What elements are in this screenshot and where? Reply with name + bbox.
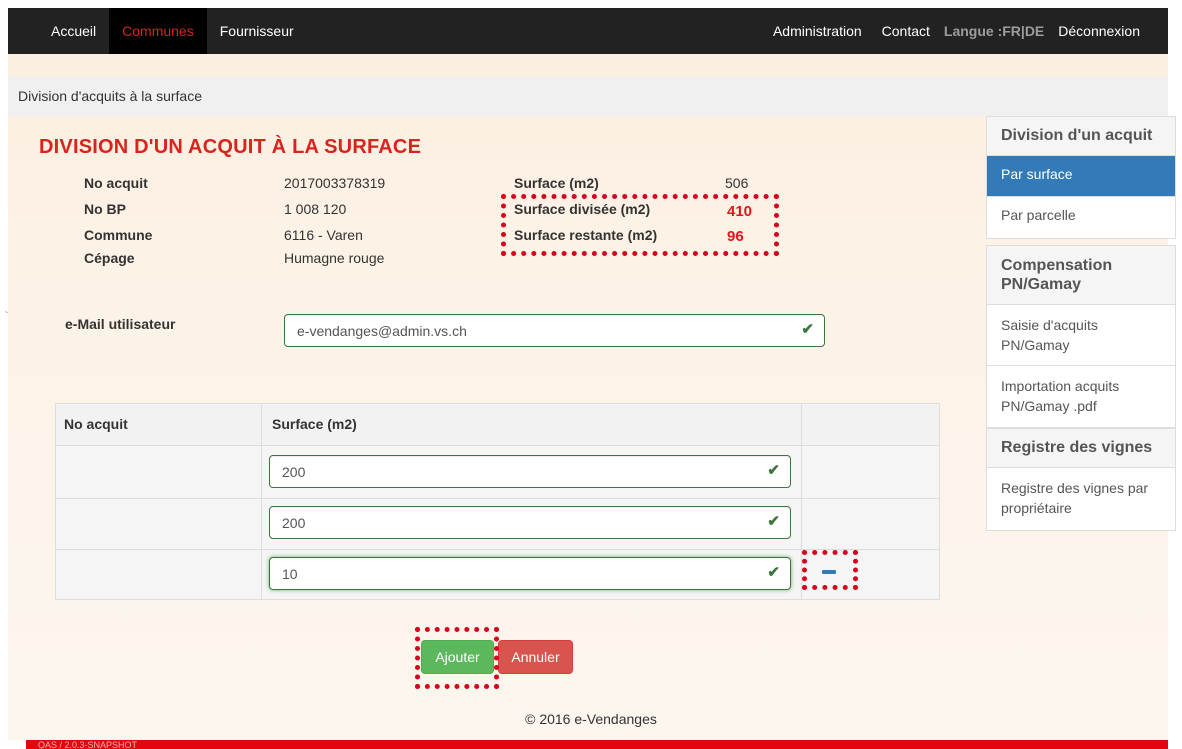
col-divider [261, 404, 262, 599]
nav-contact[interactable]: Contact [872, 8, 940, 54]
no-bp-value: 1 008 120 [284, 201, 347, 217]
check-icon: ✔ [801, 321, 814, 338]
annotation-highlight-surfaces [501, 194, 779, 256]
top-navbar: Accueil Communes Fournisseur Administrat… [8, 8, 1168, 54]
surface-input-row-3[interactable]: 10 ✔ [269, 557, 791, 590]
email-label: e-Mail utilisateur [65, 316, 176, 332]
nav-fournisseur[interactable]: Fournisseur [207, 8, 307, 54]
panel-title-registre: Registre des vignes [987, 429, 1175, 468]
no-acquit-label: No acquit [84, 175, 148, 191]
stray-mark: ` [5, 311, 9, 322]
nav-logout[interactable]: Déconnexion [1048, 8, 1150, 54]
sidebar-item-par-surface[interactable]: Par surface [987, 156, 1175, 197]
surface-input-row-1[interactable]: 200 ✔ [269, 455, 791, 488]
annotation-highlight-add [415, 627, 499, 689]
surface-input-value: 200 [282, 463, 306, 480]
no-bp-label: No BP [84, 201, 126, 217]
sidebar-item-registre[interactable]: Registre des vignes par propriétaire [987, 468, 1175, 530]
environment-bar [26, 740, 1168, 749]
header-surface: Surface (m2) [272, 416, 357, 432]
sidebar-item-importation[interactable]: Importation acquits PN/Gamay .pdf [987, 366, 1175, 427]
header-no-acquit: No acquit [64, 416, 128, 432]
sidebar-panel-compensation: Compensation PN/Gamay Saisie d'acquits P… [986, 245, 1176, 428]
table-header [56, 404, 939, 446]
email-field[interactable]: e-vendanges@admin.vs.ch ✔ [284, 314, 825, 347]
sidebar-item-par-parcelle[interactable]: Par parcelle [987, 197, 1175, 238]
surface-input-value: 200 [282, 514, 306, 531]
cepage-label: Cépage [84, 250, 135, 266]
commune-label: Commune [84, 227, 153, 243]
surface-input-row-2[interactable]: 200 ✔ [269, 506, 791, 539]
language-switch[interactable]: Langue :FR|DE [940, 8, 1048, 54]
sidebar-panel-registre: Registre des vignes Registre des vignes … [986, 428, 1176, 531]
panel-title-compensation: Compensation PN/Gamay [987, 246, 1175, 305]
nav-communes[interactable]: Communes [109, 8, 207, 54]
breadcrumb-label: Division d'acquits à la surface [18, 88, 202, 104]
nav-administration[interactable]: Administration [763, 8, 872, 54]
commune-value: 6116 - Varen [284, 227, 363, 243]
cancel-button[interactable]: Annuler [498, 640, 573, 674]
breadcrumb: Division d'acquits à la surface [8, 76, 1168, 116]
nav-accueil[interactable]: Accueil [38, 8, 109, 54]
check-icon: ✔ [767, 462, 780, 479]
sidebar-panel-division: Division d'un acquit Par surface Par par… [986, 116, 1176, 239]
footer-copyright: © 2016 e-Vendanges [525, 711, 657, 727]
surface-label: Surface (m2) [514, 175, 599, 191]
sidebar-item-saisie[interactable]: Saisie d'acquits PN/Gamay [987, 305, 1175, 366]
check-icon: ✔ [767, 513, 780, 530]
email-field-value: e-vendanges@admin.vs.ch [297, 322, 467, 339]
no-acquit-value: 2017003378319 [284, 175, 386, 191]
cepage-value: Humagne rouge [284, 250, 385, 266]
surface-input-value: 10 [282, 565, 298, 582]
panel-title-division: Division d'un acquit [987, 117, 1175, 156]
check-icon: ✔ [767, 564, 780, 581]
annotation-highlight-remove [802, 550, 858, 590]
row-divider [56, 498, 939, 499]
page-title: DIVISION D'UN ACQUIT À LA SURFACE [39, 136, 422, 158]
surface-value: 506 [725, 175, 749, 191]
version-label: QAS / 2.0.3-SNAPSHOT [38, 740, 138, 749]
